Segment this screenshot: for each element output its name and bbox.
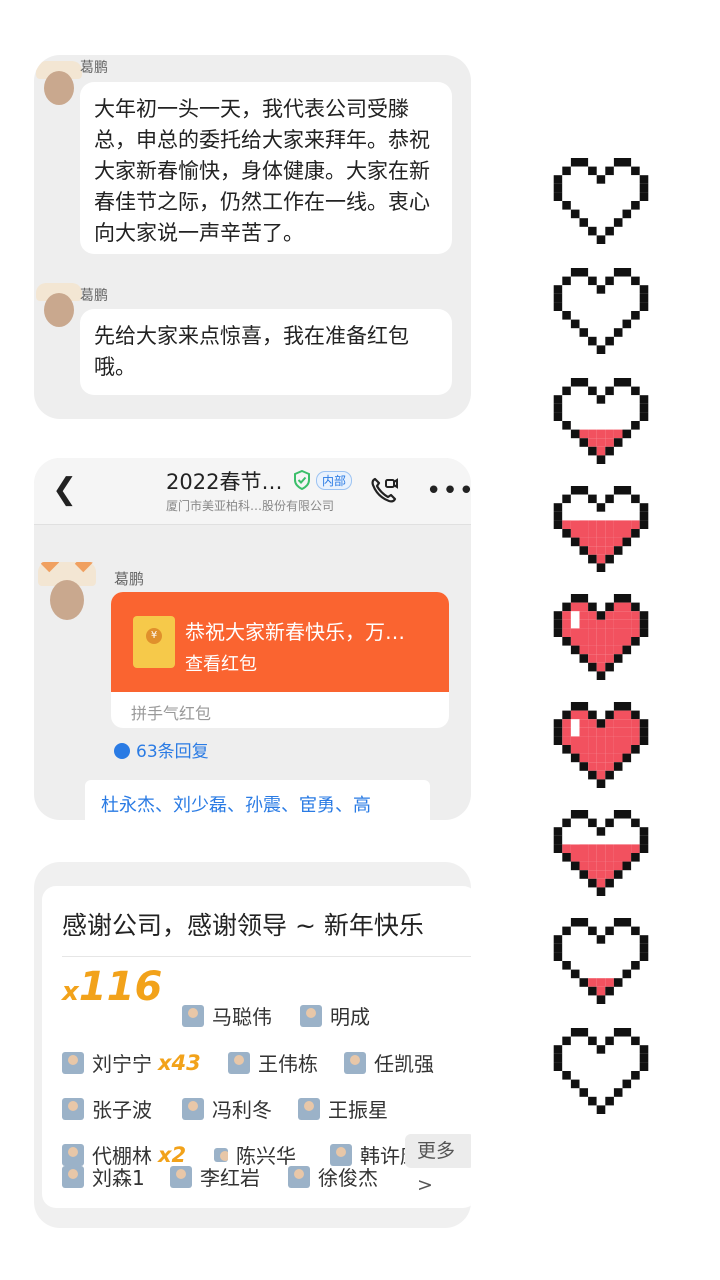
more-options-icon[interactable]: ••• [426,476,471,506]
avatar [170,1165,192,1188]
pixel-heart-icon [553,158,649,244]
avatar[interactable] [36,61,82,111]
message-bubble: 大年初一头一天，我代表公司受滕总，申总的委托给大家来拜年。恭祝大家新春愉快，身体… [80,82,452,254]
avatar[interactable] [36,283,82,333]
liker[interactable]: 任凯强 [344,1048,434,1077]
like-multiplier: x43 [158,1050,201,1075]
liker[interactable]: 李红岩 [170,1162,260,1191]
avatar [182,1004,204,1027]
verified-shield-icon [294,470,310,490]
thanks-message: 感谢公司，感谢领导 ~ 新年快乐 [62,911,424,940]
pixel-heart-icon [553,918,649,1004]
avatar [300,1004,322,1027]
internal-tag: 内部 [316,471,353,490]
liker[interactable]: 徐俊杰 [288,1162,378,1191]
liker[interactable]: 刘森1 [62,1162,145,1191]
message-bubble: 先给大家来点惊喜，我在准备红包哦。 [80,309,452,395]
pixel-heart-icon [553,486,649,572]
liker[interactable]: 马聪伟 [182,1001,272,1030]
pixel-heart-icon [553,268,649,354]
chat-screenshot-1: 葛鹏 大年初一头一天，我代表公司受滕总，申总的委托给大家来拜年。恭祝大家新春愉快… [34,55,471,419]
liker[interactable]: 刘宁宁 x43 [62,1048,201,1077]
back-icon[interactable]: ❮ [52,472,77,507]
liker[interactable]: 冯利冬 [182,1094,272,1123]
avatar [344,1051,366,1074]
red-packet-type: 拼手气红包 [131,704,212,723]
chat-header: ❮ 2022春节… 内部 厦门市美亚柏科…股份有限公司 ••• [34,458,471,525]
liker[interactable]: 王振星 [298,1094,388,1123]
replies-count: 63条回复 [136,742,209,762]
red-packet-card[interactable]: ¥ 恭祝大家新春快乐，万… 查看红包 拼手气红包 [111,592,449,728]
chat-bubble-icon [114,743,130,759]
pixel-heart-icon [553,1028,649,1114]
pixel-heart-icon [553,594,649,680]
liker[interactable]: 明成 [300,1001,370,1030]
avatar[interactable] [38,562,96,624]
chat-screenshot-2: ❮ 2022春节… 内部 厦门市美亚柏科…股份有限公司 ••• 葛鹏 ¥ 恭祝大… [34,458,471,820]
avatar [62,1051,84,1074]
sender-name: 葛鹏 [114,570,145,588]
pixel-heart-icon [553,810,649,896]
replies-link[interactable]: 63条回复 [114,737,209,762]
red-packet-greeting: 恭祝大家新春快乐，万… [185,620,405,644]
avatar [288,1165,310,1188]
red-envelope-icon: ¥ [133,616,175,668]
liker[interactable]: 王伟栋 [228,1048,318,1077]
avatar [182,1097,204,1120]
avatar [228,1051,250,1074]
sender-name: 葛鹏 [80,288,108,304]
sender-name: 葛鹏 [80,60,108,76]
divider [62,956,471,957]
reply-names: 杜永杰、刘少磊、孙震、宦勇、高 [85,780,430,820]
liker[interactable]: 张子波 [62,1094,152,1123]
company-name: 厦门市美亚柏科…股份有限公司 [166,499,335,513]
avatar [214,1147,228,1162]
chat-title: 2022春节… [166,470,283,494]
likes-screenshot: 感谢公司，感谢领导 ~ 新年快乐 x116 马聪伟 明成 刘宁宁 x43 王伟栋 … [34,862,471,1228]
view-red-packet-link[interactable]: 查看红包 [185,650,257,676]
more-button[interactable]: 更多 > [405,1134,471,1196]
total-like-count: x116 [62,964,163,1010]
phone-call-icon[interactable] [368,474,400,506]
avatar [62,1165,84,1188]
pixel-heart-icon [553,702,649,788]
pixel-heart-icon [553,378,649,464]
avatar [298,1097,320,1120]
avatar [62,1097,84,1120]
